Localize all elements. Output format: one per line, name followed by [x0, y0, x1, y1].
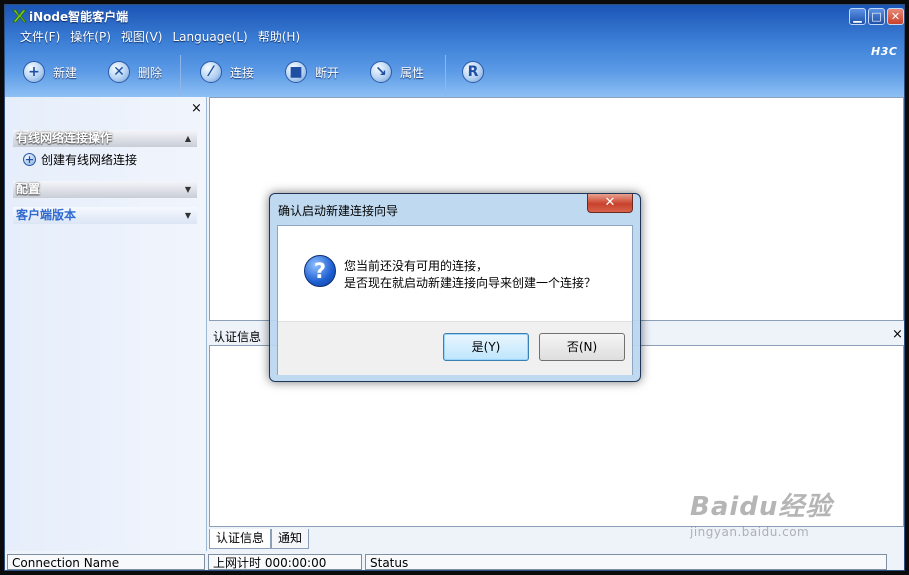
properties-label: 属性 [400, 65, 425, 80]
no-button[interactable]: 否(N) [539, 333, 625, 361]
window-chrome: iNode智能客户端 ▁ □ ✕ 文件(F) 操作(P) 视图(V) Langu… [5, 5, 904, 97]
wrench-icon: ↘ [370, 61, 392, 83]
confirm-wizard-dialog: 确认启动新建连接向导 ✕ ? 您当前还没有可用的连接， 是否现在就启动新建连接向… [269, 193, 641, 382]
watermark-main: Baidu经验 [690, 492, 833, 522]
menu-language[interactable]: Language(L) [167, 28, 252, 48]
status-online-time: 上网计时 000:00:00 [208, 554, 362, 570]
r-icon: R [462, 61, 484, 83]
status-bar: Connection Name 上网计时 000:00:00 Status [5, 553, 904, 570]
r-button[interactable]: R [462, 58, 484, 86]
stop-icon: ■ [285, 61, 307, 83]
close-window-button[interactable]: ✕ [887, 8, 904, 25]
minimize-button[interactable]: ▁ [849, 8, 866, 25]
menu-view[interactable]: 视图(V) [116, 28, 168, 48]
left-task-panel: × 有线网络连接操作 ▲ + 创建有线网络连接 配置 ▼ 客户端版本 ▼ [5, 97, 207, 551]
create-wired-connection-link[interactable]: + 创建有线网络连接 [23, 151, 137, 168]
connect-icon: ⁄ [200, 61, 222, 83]
new-button[interactable]: + 新建 [23, 58, 77, 86]
create-wired-connection-label: 创建有线网络连接 [41, 153, 138, 167]
maximize-button[interactable]: □ [868, 8, 885, 25]
toolbar-separator [445, 55, 446, 95]
dialog-close-button[interactable]: ✕ [587, 194, 633, 213]
tab-auth-info[interactable]: 认证信息 [209, 529, 272, 549]
dialog-body: ? 您当前还没有可用的连接， 是否现在就启动新建连接向导来创建一个连接？ 是(Y… [277, 225, 633, 375]
section-wired-operations[interactable]: 有线网络连接操作 ▲ [13, 130, 197, 147]
title-bar[interactable]: iNode智能客户端 ▁ □ ✕ [5, 5, 904, 27]
menu-help[interactable]: 帮助(H) [253, 28, 305, 48]
dialog-message-line2: 是否现在就启动新建连接向导来创建一个连接？ [344, 276, 597, 290]
toolbar-separator [180, 55, 181, 95]
delete-label: 删除 [138, 65, 163, 80]
collapse-arrow-icon[interactable]: ▲ [185, 130, 191, 147]
delete-button[interactable]: ✕ 删除 [108, 58, 162, 86]
properties-button[interactable]: ↘ 属性 [370, 58, 424, 86]
bottom-tabs: 认证信息 通知 [209, 529, 310, 549]
section-config[interactable]: 配置 ▼ [13, 181, 197, 198]
dialog-title: 确认启动新建连接向导 [278, 204, 399, 218]
connect-button[interactable]: ⁄ 连接 [200, 58, 254, 86]
left-panel-close-icon[interactable]: × [191, 101, 202, 116]
status-text: Status [365, 554, 887, 570]
auth-panel-close-icon[interactable]: × [892, 327, 903, 342]
new-label: 新建 [53, 65, 78, 80]
menu-bar: 文件(F) 操作(P) 视图(V) Language(L) 帮助(H) [15, 28, 305, 48]
auth-info-title: 认证信息 [213, 330, 262, 344]
window-title: iNode智能客户端 [29, 10, 129, 24]
expand-arrow-icon[interactable]: ▼ [185, 181, 191, 198]
section-title: 客户端版本 [16, 208, 77, 222]
dialog-message-line1: 您当前还没有可用的连接， [344, 259, 489, 273]
yes-button[interactable]: 是(Y) [443, 333, 529, 361]
inode-logo-icon [12, 9, 27, 23]
disconnect-label: 断开 [315, 65, 340, 80]
section-title: 有线网络连接操作 [16, 131, 113, 145]
expand-arrow-icon[interactable]: ▼ [185, 207, 191, 224]
question-icon: ? [304, 255, 336, 287]
disconnect-button[interactable]: ■ 断开 [285, 58, 339, 86]
section-title: 配置 [16, 182, 41, 196]
baidu-watermark: Baidu经验 jingyan.baidu.com [690, 486, 832, 539]
watermark-sub: jingyan.baidu.com [690, 525, 810, 539]
plus-icon: + [23, 61, 45, 83]
menu-operate[interactable]: 操作(P) [65, 28, 116, 48]
plus-icon: + [23, 153, 36, 166]
x-icon: ✕ [108, 61, 130, 83]
menu-file[interactable]: 文件(F) [15, 28, 65, 48]
status-connection-name: Connection Name [7, 554, 205, 570]
brand-logo: H3C [871, 45, 898, 58]
connect-label: 连接 [230, 65, 255, 80]
section-client-version[interactable]: 客户端版本 ▼ [13, 207, 197, 224]
tab-notice[interactable]: 通知 [271, 529, 310, 549]
